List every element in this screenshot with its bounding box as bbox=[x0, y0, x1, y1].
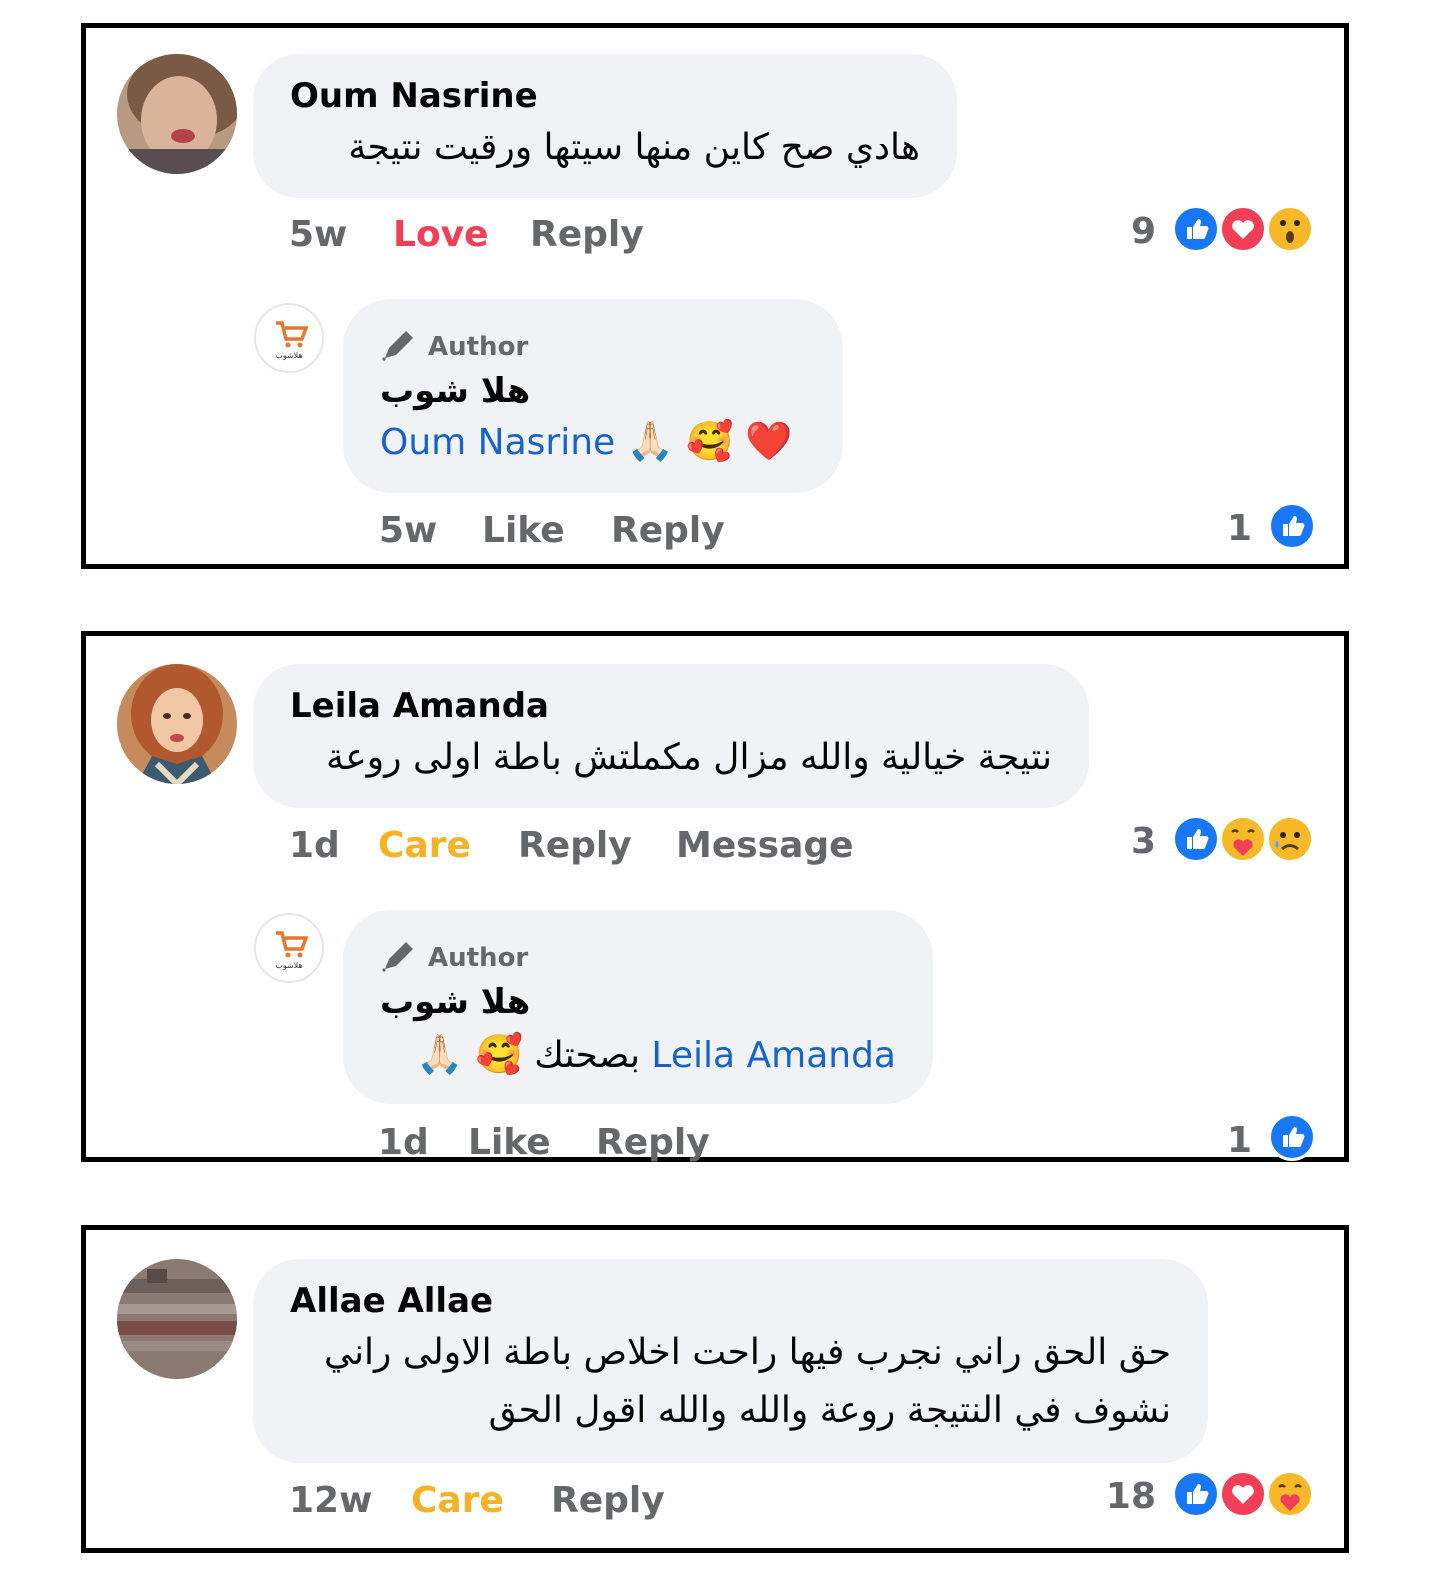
svg-text:هلاشوب: هلاشوب bbox=[275, 351, 302, 360]
comment-bubble: Leila Amanda نتيجة خيالية والله مزال مكم… bbox=[253, 664, 1089, 808]
comment-panel: Oum Nasrine هادي صح كاين منها سيتها ورقي… bbox=[81, 23, 1349, 569]
like-reaction-icon bbox=[1172, 815, 1220, 863]
reply-emojis: 🙏🏻 🥰 ❤️ bbox=[626, 419, 793, 463]
like-reaction-icon bbox=[1268, 1113, 1316, 1161]
avatar[interactable] bbox=[117, 664, 237, 784]
like-button[interactable]: Like bbox=[468, 1122, 551, 1163]
reply-bubble: Author هلا شوب Leila Amanda بصحتك 🥰 🙏🏻 bbox=[343, 910, 933, 1104]
mention-link[interactable]: Oum Nasrine bbox=[380, 422, 615, 463]
care-reaction-button[interactable]: Care bbox=[411, 1480, 504, 1521]
comment-time[interactable]: 5w bbox=[289, 214, 347, 255]
comment-time[interactable]: 12w bbox=[289, 1480, 372, 1521]
author-badge: Author bbox=[380, 327, 528, 368]
comment-author[interactable]: Allae Allae bbox=[290, 1281, 493, 1321]
like-button[interactable]: Like bbox=[482, 510, 565, 551]
reply-time[interactable]: 1d bbox=[378, 1122, 429, 1163]
reply-emojis: 🥰 🙏🏻 bbox=[416, 1032, 523, 1076]
comment-text: نتيجة خيالية والله مزال مكملتش باطة اولى… bbox=[326, 737, 1052, 778]
reply-button[interactable]: Reply bbox=[551, 1480, 665, 1521]
reply-time[interactable]: 5w bbox=[379, 510, 437, 551]
comment-text-line: نشوف في النتيجة روعة والله والله اقول ال… bbox=[488, 1390, 1171, 1431]
love-reaction-button[interactable]: Love bbox=[393, 214, 489, 255]
reply-button[interactable]: Reply bbox=[596, 1122, 710, 1163]
svg-text:هلاشوب: هلاشوب bbox=[275, 961, 302, 970]
comment-panel: Leila Amanda نتيجة خيالية والله مزال مكم… bbox=[81, 631, 1349, 1163]
comment-bubble: Allae Allae حق الحق راني نجرب فيها راحت … bbox=[253, 1259, 1208, 1463]
heart-reaction-icon bbox=[1219, 205, 1267, 253]
comment-time[interactable]: 1d bbox=[289, 825, 340, 866]
reply-text: Oum Nasrine 🙏🏻 🥰 ❤️ bbox=[380, 419, 793, 464]
reply-author[interactable]: هلا شوب bbox=[380, 982, 530, 1022]
comment-panel: Allae Allae حق الحق راني نجرب فيها راحت … bbox=[81, 1225, 1349, 1553]
mention-link[interactable]: Leila Amanda bbox=[651, 1035, 896, 1076]
page-avatar[interactable]: هلاشوب bbox=[254, 303, 324, 373]
page-avatar[interactable]: هلاشوب bbox=[254, 913, 324, 983]
message-button[interactable]: Message bbox=[676, 825, 854, 866]
comment-text-line: حق الحق راني نجرب فيها راحت اخلاص باطة ا… bbox=[323, 1332, 1171, 1373]
reply-button[interactable]: Reply bbox=[611, 510, 725, 551]
reply-bubble: Author هلا شوب Oum Nasrine 🙏🏻 🥰 ❤️ bbox=[343, 299, 843, 493]
author-badge: Author bbox=[380, 938, 528, 979]
like-reaction-icon bbox=[1172, 1470, 1220, 1518]
care-reaction-icon bbox=[1266, 1470, 1314, 1518]
comment-author[interactable]: Leila Amanda bbox=[290, 686, 549, 726]
reaction-count[interactable]: 1 bbox=[1227, 1120, 1252, 1161]
reply-button[interactable]: Reply bbox=[530, 214, 644, 255]
comment-text: هادي صح كاين منها سيتها ورقيت نتيجة bbox=[348, 127, 920, 168]
avatar[interactable] bbox=[117, 1259, 237, 1379]
reaction-count[interactable]: 18 bbox=[1106, 1476, 1156, 1517]
care-reaction-icon bbox=[1219, 815, 1267, 863]
reply-button[interactable]: Reply bbox=[518, 825, 632, 866]
avatar[interactable] bbox=[117, 54, 237, 174]
care-reaction-button[interactable]: Care bbox=[378, 825, 471, 866]
reply-text: Leila Amanda بصحتك 🥰 🙏🏻 bbox=[416, 1032, 896, 1077]
pencil-icon bbox=[380, 327, 418, 368]
comment-author[interactable]: Oum Nasrine bbox=[290, 76, 538, 116]
reply-trailing-text: بصحتك bbox=[534, 1035, 640, 1076]
comment-bubble: Oum Nasrine هادي صح كاين منها سيتها ورقي… bbox=[253, 54, 957, 198]
pencil-icon bbox=[380, 938, 418, 979]
wow-reaction-icon bbox=[1266, 205, 1314, 253]
reaction-count[interactable]: 1 bbox=[1227, 508, 1252, 549]
sad-reaction-icon bbox=[1266, 815, 1314, 863]
reply-author[interactable]: هلا شوب bbox=[380, 371, 530, 411]
like-reaction-icon bbox=[1172, 205, 1220, 253]
heart-reaction-icon bbox=[1219, 1470, 1267, 1518]
reaction-count[interactable]: 3 bbox=[1131, 821, 1156, 862]
like-reaction-icon bbox=[1268, 502, 1316, 550]
reaction-count[interactable]: 9 bbox=[1131, 211, 1156, 252]
